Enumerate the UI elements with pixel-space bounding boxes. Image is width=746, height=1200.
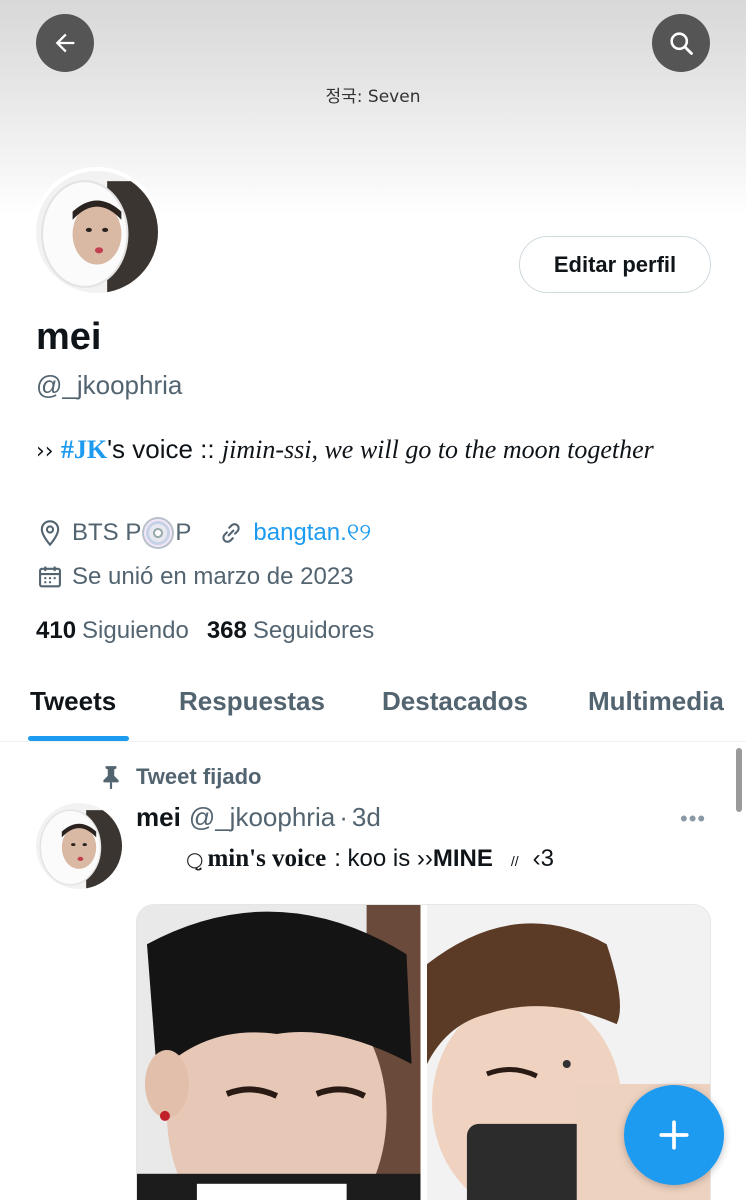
tweet-text-mid: : koo is ›› bbox=[334, 845, 433, 872]
location-text: BTS P bbox=[72, 519, 142, 546]
tweet-header: mei @_jkoophria · 3d bbox=[136, 802, 381, 833]
location-pin-icon bbox=[36, 519, 64, 547]
following-link[interactable]: 410 Siguiendo bbox=[36, 617, 189, 645]
followers-count: 368 bbox=[206, 617, 247, 644]
tweet-author-name[interactable]: mei bbox=[136, 802, 181, 833]
profile-handle: @_jkoophria bbox=[36, 370, 183, 400]
tweet-text-end: ‹3 bbox=[532, 845, 555, 872]
scrollbar[interactable] bbox=[736, 748, 742, 812]
more-options-icon[interactable]: ••• bbox=[680, 806, 706, 832]
back-button[interactable] bbox=[36, 14, 94, 72]
tab-respuestas[interactable]: Respuestas bbox=[179, 686, 325, 717]
compose-tweet-button[interactable] bbox=[624, 1085, 724, 1185]
plus-icon bbox=[659, 1120, 689, 1150]
bio-prefix: ›› bbox=[36, 439, 54, 464]
bio-text: 's voice :: bbox=[107, 434, 215, 464]
follow-stats: 410 Siguiendo 368 Seguidores bbox=[36, 617, 374, 645]
tweet-text-bold: min's voice bbox=[207, 845, 327, 872]
tweet-avatar[interactable] bbox=[36, 803, 122, 889]
profile-bio: ›› #JK's voice :: jimin-ssi, we will go … bbox=[36, 430, 716, 471]
arrow-left-icon bbox=[55, 33, 75, 53]
location-text-end: P bbox=[175, 519, 192, 546]
followers-label: Seguidores bbox=[252, 617, 375, 644]
link-icon bbox=[217, 519, 245, 547]
bio-italic-text: jimin-ssi, we will go to the moon togeth… bbox=[221, 435, 654, 464]
profile-link[interactable]: bangtan.୧୨ bbox=[217, 519, 371, 547]
cd-disc-icon bbox=[142, 517, 175, 549]
tab-destacados[interactable]: Destacados bbox=[382, 686, 528, 717]
tweet-text: ○̤̮ min's voice : koo is ›› MINE // ‹3 bbox=[186, 845, 554, 873]
pin-icon bbox=[103, 766, 119, 789]
tweet-text-mine: MINE bbox=[432, 845, 493, 872]
banner-caption: 정국: Seven bbox=[325, 87, 421, 107]
tweet-photo-left[interactable] bbox=[137, 905, 421, 1200]
active-tab-indicator bbox=[28, 736, 129, 741]
following-label: Siguiendo bbox=[82, 617, 189, 644]
calendar-icon bbox=[36, 563, 64, 591]
profile-tabs: Tweets Respuestas Destacados Multimedia bbox=[0, 670, 746, 742]
pinned-label: Tweet fijado bbox=[100, 764, 262, 790]
joined-text: Se unió en marzo de 2023 bbox=[72, 563, 354, 590]
profile-meta-joined: Se unió en marzo de 2023 bbox=[36, 563, 354, 591]
search-icon bbox=[670, 32, 693, 55]
avatar-image bbox=[36, 171, 158, 293]
avatar-image bbox=[36, 803, 122, 889]
search-button[interactable] bbox=[652, 14, 710, 72]
pinned-text: Tweet fijado bbox=[136, 764, 262, 789]
tab-multimedia[interactable]: Multimedia bbox=[588, 686, 724, 717]
tab-tweets[interactable]: Tweets bbox=[30, 686, 116, 717]
tweet-author-handle[interactable]: @_jkoophria bbox=[189, 802, 335, 833]
profile-meta-location: BTS P P bangtan.୧୨ bbox=[36, 517, 371, 549]
separator-dot: · bbox=[339, 802, 348, 832]
edit-profile-button[interactable]: Editar perfil bbox=[519, 236, 711, 293]
tweet-text-slashes: // bbox=[510, 853, 519, 869]
bio-hashtag-link[interactable]: #JK bbox=[61, 435, 107, 464]
profile-name: mei bbox=[36, 316, 102, 358]
tweet-time[interactable]: 3d bbox=[352, 802, 381, 833]
profile-avatar[interactable] bbox=[32, 167, 162, 297]
tweet-media[interactable] bbox=[136, 904, 711, 1200]
profile-link-text[interactable]: bangtan.୧୨ bbox=[253, 519, 371, 547]
tweet-text-symbol: ○̤̮ bbox=[186, 847, 204, 871]
following-count: 410 bbox=[36, 617, 77, 644]
followers-link[interactable]: 368 Seguidores bbox=[207, 617, 374, 645]
